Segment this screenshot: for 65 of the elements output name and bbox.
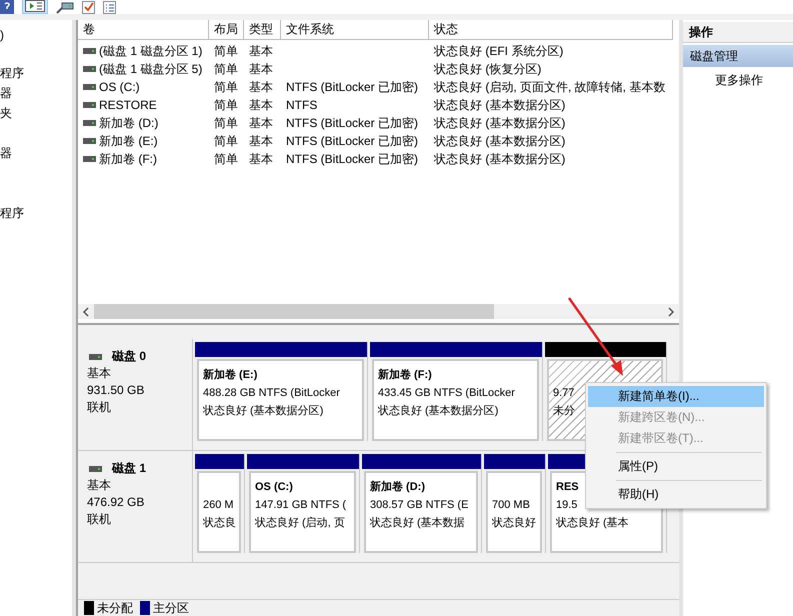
table-cell-text: 基本 <box>249 115 273 132</box>
table-cell-text: OS (C:) <box>99 79 140 96</box>
partition-size: 308.57 GB NTFS (E <box>370 498 468 513</box>
table-cell-text: 简单 <box>214 61 238 78</box>
disk-name: 磁盘 0 <box>112 348 146 365</box>
table-cell-text: 新加卷 (D:) <box>99 115 158 132</box>
table-cell-text: (磁盘 1 磁盘分区 1) <box>99 43 202 60</box>
partition-status: 状态良好 (基本数据分区) <box>378 404 498 419</box>
partition-status: 状态良好 (启动, 页 <box>255 516 345 531</box>
table-cell-text: 基本 <box>249 133 273 150</box>
table-cell-text: 状态良好 (基本数据分区) <box>434 133 566 150</box>
table-cell-text: NTFS <box>286 97 318 114</box>
partition-status: 状态良 <box>203 516 236 531</box>
partition-size: 260 M <box>203 498 234 513</box>
table-cell-text: 基本 <box>249 43 273 60</box>
table-cell-text: 简单 <box>214 43 238 60</box>
table-cell-text: 简单 <box>214 151 238 168</box>
partition-size: 147.91 GB NTFS ( <box>255 498 346 513</box>
table-cell-text: 状态良好 (基本数据分区) <box>434 97 566 114</box>
table-cell-text: 简单 <box>214 133 238 150</box>
legend-label: 未分配 <box>97 600 133 616</box>
table-cell-text: 状态良好 (启动, 页面文件, 故障转储, 基本数 <box>434 79 666 96</box>
partition-name: RES <box>556 480 579 495</box>
actions-header: 操作 <box>683 22 793 43</box>
table-cell-text: 新加卷 (F:) <box>99 151 157 168</box>
disk-name: 磁盘 1 <box>112 460 146 477</box>
disk-type: 基本 <box>87 365 112 382</box>
table-cell-text: 状态良好 (基本数据分区) <box>434 115 566 132</box>
partition-size: 433.45 GB NTFS (BitLocker <box>378 386 515 401</box>
partition-name: 新加卷 (E:) <box>203 368 258 383</box>
disk-size: 476.92 GB <box>87 494 146 511</box>
disk-size: 931.50 GB <box>87 382 146 399</box>
table-cell-text: 基本 <box>249 61 273 78</box>
partition-status: 未分 <box>553 404 575 419</box>
table-cell-text: (磁盘 1 磁盘分区 5) <box>99 61 202 78</box>
table-cell-text: 新加卷 (E:) <box>99 133 158 150</box>
table-cell-text: 简单 <box>214 115 238 132</box>
partition-status: 状态良好 <box>492 516 536 531</box>
table-cell-text: NTFS (BitLocker 已加密) <box>286 151 418 168</box>
partition-size: 19.5 <box>556 498 578 513</box>
table-cell-text: 状态良好 (基本数据分区) <box>434 151 566 168</box>
table-cell-text: NTFS (BitLocker 已加密) <box>286 133 418 150</box>
partition-name: OS (C:) <box>255 480 293 495</box>
table-cell-text: 状态良好 (恢复分区) <box>434 61 542 78</box>
table-cell-text: 基本 <box>249 151 273 168</box>
table-cell-text: NTFS (BitLocker 已加密) <box>286 115 418 132</box>
partition-size: 700 MB <box>492 498 530 513</box>
table-cell-text: 基本 <box>249 79 273 96</box>
partition-status: 状态良好 (基本数据分区) <box>203 404 324 419</box>
table-cell-text: 简单 <box>214 79 238 96</box>
disk-status: 联机 <box>87 511 112 528</box>
partition-name: 新加卷 (D:) <box>370 480 425 495</box>
partition-status: 状态良好 (基本数据 <box>370 516 465 531</box>
table-cell-text: 基本 <box>249 97 273 114</box>
legend-label: 主分区 <box>153 600 189 616</box>
table-cell-text: 状态良好 (EFI 系统分区) <box>434 43 564 60</box>
disk-type: 基本 <box>87 477 112 494</box>
partition-size: 488.28 GB NTFS (BitLocker <box>203 386 340 401</box>
partition-status: 状态良好 (基本 <box>556 516 629 531</box>
table-cell-text: NTFS (BitLocker 已加密) <box>286 79 418 96</box>
partition-size: 9.77 <box>553 386 574 401</box>
partition-name: 新加卷 (F:) <box>378 368 432 383</box>
table-cell-text: 简单 <box>214 97 238 114</box>
table-cell-text: RESTORE <box>99 97 157 114</box>
disk-status: 联机 <box>87 399 112 416</box>
